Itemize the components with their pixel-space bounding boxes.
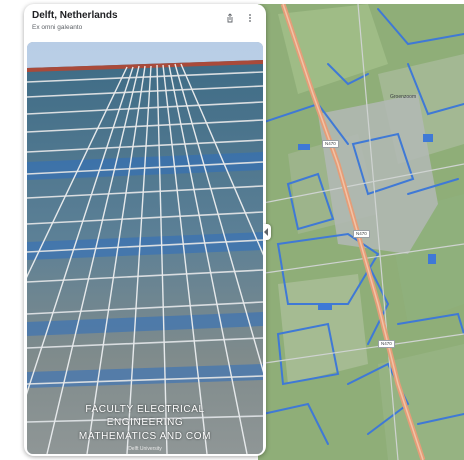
road-badge: N470 <box>322 140 339 148</box>
photo-caption-line: MATHEMATICS AND COM <box>78 431 212 442</box>
place-subtitle: Ex omni galeanto <box>32 24 83 31</box>
place-photo-card: Delft, Netherlands Ex omni galeanto FACU… <box>24 4 266 456</box>
place-photo[interactable]: FACULTY ELECTRICAL ENGINEERING MATHEMATI… <box>27 42 263 454</box>
collapse-panel-button[interactable] <box>263 224 271 240</box>
road-badge: N470 <box>378 340 395 348</box>
map-place-label[interactable]: Groenzoom <box>390 94 416 100</box>
card-header: Delft, Netherlands Ex omni galeanto <box>24 4 266 42</box>
more-vert-icon[interactable] <box>244 12 256 24</box>
header-actions <box>224 12 256 24</box>
share-icon[interactable] <box>224 12 236 24</box>
photo-credit: Delft University <box>128 446 162 452</box>
photo-caption-line: FACULTY ELECTRICAL <box>85 404 205 415</box>
map-view[interactable]: Groenzoom N470 N470 N470 <box>258 4 464 460</box>
road-badge: N470 <box>353 230 370 238</box>
photo-caption-line: ENGINEERING <box>106 417 184 428</box>
building-facade-image <box>27 42 263 454</box>
